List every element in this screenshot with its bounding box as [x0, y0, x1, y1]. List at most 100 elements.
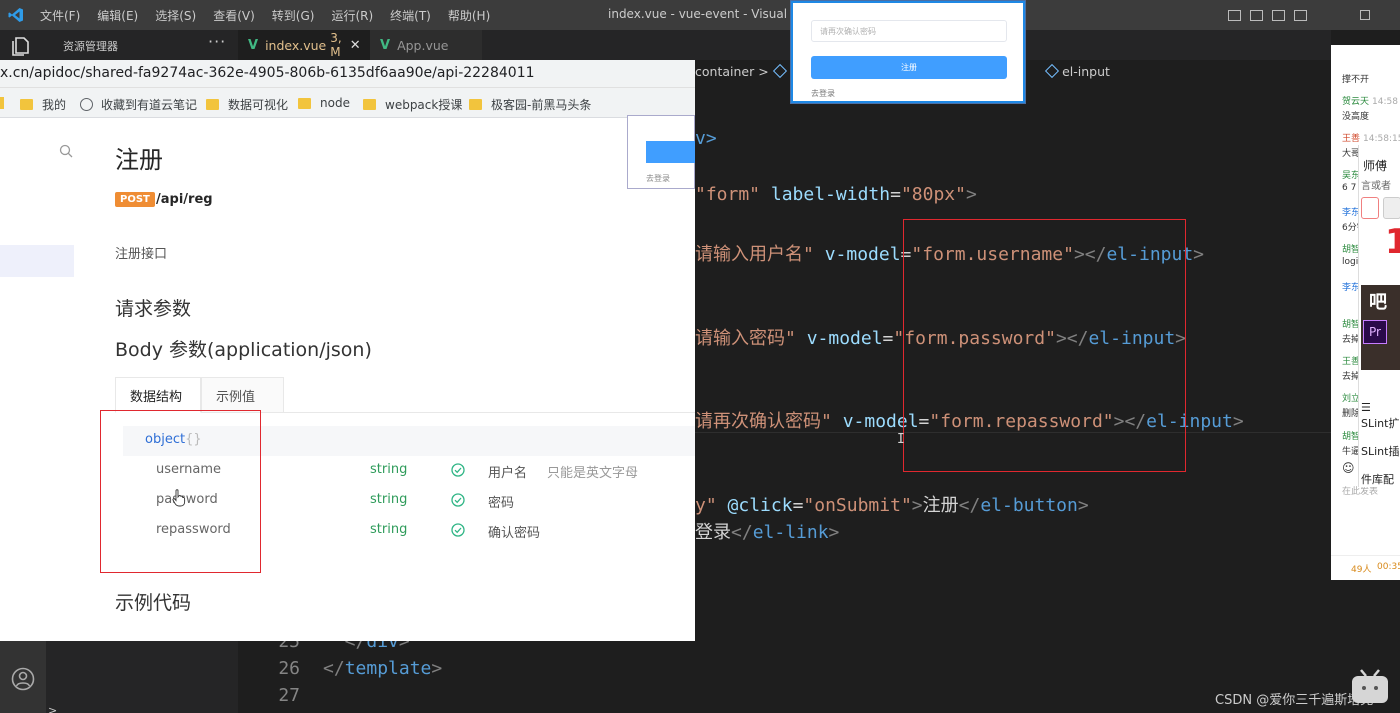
chat-message-text: 没高度: [1342, 112, 1370, 122]
bookmark-item[interactable]: node: [298, 96, 350, 110]
explorer-more-button[interactable]: ···: [208, 32, 226, 51]
code-token: >: [828, 522, 840, 543]
required-check-icon: [451, 463, 465, 477]
bookmark-item[interactable]: 极客园-前黑马头条: [469, 96, 591, 113]
menu-file[interactable]: 文件(F): [40, 7, 80, 24]
tab-close-icon[interactable]: ✕: [350, 38, 361, 53]
vue-file-icon: V: [380, 37, 391, 53]
code-token: @click: [727, 495, 793, 516]
breadcrumb-item[interactable]: container: [695, 64, 754, 79]
hand-pointer-icon: [172, 489, 186, 507]
code-token: 请输入密码": [695, 328, 796, 349]
menu-edit[interactable]: 编辑(E): [97, 7, 138, 24]
code-token: el-button: [980, 495, 1078, 516]
bookmark-item[interactable]: 收藏到有道云笔记: [80, 96, 197, 113]
code-token: y": [695, 495, 717, 516]
api-description: 注册接口: [115, 247, 168, 262]
thumbnail-text: 吧: [1369, 292, 1387, 313]
globe-icon: [80, 98, 93, 111]
overlay-popup-pane: 师傅 言或者 吧 Pr ☰ SLint扩 SLint插 件库配: [1358, 145, 1400, 487]
breadcrumb-item[interactable]: el-input: [1062, 64, 1110, 79]
chevron-right-icon[interactable]: >: [48, 704, 57, 713]
address-bar[interactable]: x.cn/apidoc/shared-fa9274ac-362e-4905-80…: [0, 60, 695, 88]
chat-message: 撑不开: [1342, 75, 1370, 85]
screen: 文件(F) 编辑(E) 选择(S) 查看(V) 转到(G) 运行(R) 终端(T…: [0, 0, 1400, 713]
menu-view[interactable]: 查看(V): [213, 7, 255, 24]
menu-selection[interactable]: 选择(S): [155, 7, 196, 24]
tab-example-value[interactable]: 示例值: [201, 377, 284, 413]
menu-help[interactable]: 帮助(H): [448, 7, 490, 24]
code-line[interactable]: y" @click="onSubmit">注册</el-button>: [695, 491, 1089, 517]
toggle-panel-icon[interactable]: [1250, 9, 1263, 21]
code-token: =: [882, 328, 894, 349]
element-cube-icon: [772, 63, 787, 79]
register-form-preview: 请再次确认密码 注册 去登录: [790, 0, 1026, 104]
bookmark-label: 我的: [42, 98, 67, 112]
search-icon[interactable]: [59, 144, 73, 158]
folder-icon: [0, 97, 4, 109]
url-text[interactable]: x.cn/apidoc/shared-fa9274ac-362e-4905-80…: [0, 65, 535, 81]
overlay-button[interactable]: [1383, 197, 1400, 219]
code-token: template: [344, 658, 432, 679]
bookmark-item[interactable]: 我的: [20, 96, 66, 113]
overlay-button[interactable]: [1361, 197, 1379, 219]
folder-icon: [469, 99, 482, 110]
list-icon: ☰: [1361, 401, 1371, 414]
tab-app-vue[interactable]: V App.vue: [370, 30, 482, 60]
field-description: 确认密码: [488, 526, 541, 541]
folder-icon: [206, 99, 219, 110]
code-token: 请输入用户名": [695, 244, 814, 265]
browser-window: x.cn/apidoc/shared-fa9274ac-362e-4905-80…: [0, 60, 695, 641]
tab-data-structure[interactable]: 数据结构: [115, 377, 201, 413]
field-type: string: [370, 492, 408, 507]
code-token: v-model: [824, 244, 901, 265]
code-line[interactable]: 登录</el-link>: [695, 518, 839, 544]
bookmark-label: 极客园-前黑马头条: [491, 98, 592, 112]
menu-go[interactable]: 转到(G): [272, 7, 315, 24]
chat-footer: 49人 00:35: [1331, 555, 1400, 580]
folder-icon: [363, 99, 376, 110]
field-description: 用户名: [488, 466, 528, 481]
code-line[interactable]: v>: [695, 128, 717, 149]
code-line[interactable]: "form" label-width="80px">: [695, 184, 977, 205]
overlay-lower-text: SLint扩: [1361, 417, 1400, 430]
vscode-logo-icon: [8, 8, 23, 22]
code-token: =: [890, 184, 901, 205]
bookmarks-bar: 我的 收藏到有道云笔记 数据可视化 node webpack授课 极客园-前黑马…: [0, 88, 695, 118]
register-button[interactable]: 注册: [811, 56, 1007, 79]
menu-terminal[interactable]: 终端(T): [390, 7, 431, 24]
field-description: 密码: [488, 496, 515, 511]
code-token: "80px": [900, 184, 966, 205]
login-link[interactable]: 去登录: [811, 88, 835, 99]
restore-window-icon[interactable]: [1360, 10, 1370, 20]
field-type: string: [370, 462, 408, 477]
explorer-files-icon[interactable]: [10, 36, 32, 56]
required-check-icon: [451, 493, 465, 507]
customize-layout-icon[interactable]: [1294, 9, 1307, 21]
chat-message: 贺云天 14:58: [1342, 97, 1398, 107]
vue-file-icon: V: [248, 37, 259, 53]
chat-message-text: logi: [1342, 257, 1359, 267]
code-token: >: [965, 184, 977, 205]
menu-run[interactable]: 运行(R): [331, 7, 373, 24]
toggle-sidebar-icon[interactable]: [1228, 9, 1241, 21]
code-token: >: [431, 658, 443, 679]
sidenav-selected-item[interactable]: [0, 245, 74, 277]
folder-icon: [20, 99, 33, 110]
account-icon[interactable]: [11, 667, 35, 691]
schema-tabs: 数据结构 示例值: [115, 377, 695, 413]
tab-modified-badge: 3, M: [330, 31, 342, 59]
code-token: </: [323, 658, 345, 679]
code-line-bottom[interactable]: </template>: [323, 658, 442, 679]
tab-index-vue[interactable]: V index.vue 3, M ✕: [238, 30, 370, 60]
confirm-password-input[interactable]: 请再次确认密码: [811, 20, 1007, 42]
toggle-secondary-sidebar-icon[interactable]: [1272, 9, 1285, 21]
bookmark-item[interactable]: webpack授课: [363, 96, 462, 113]
bookmark-item[interactable]: 数据可视化: [206, 96, 288, 113]
tab-label: index.vue: [265, 37, 327, 53]
overlay-lower-text: SLint插: [1361, 445, 1400, 458]
